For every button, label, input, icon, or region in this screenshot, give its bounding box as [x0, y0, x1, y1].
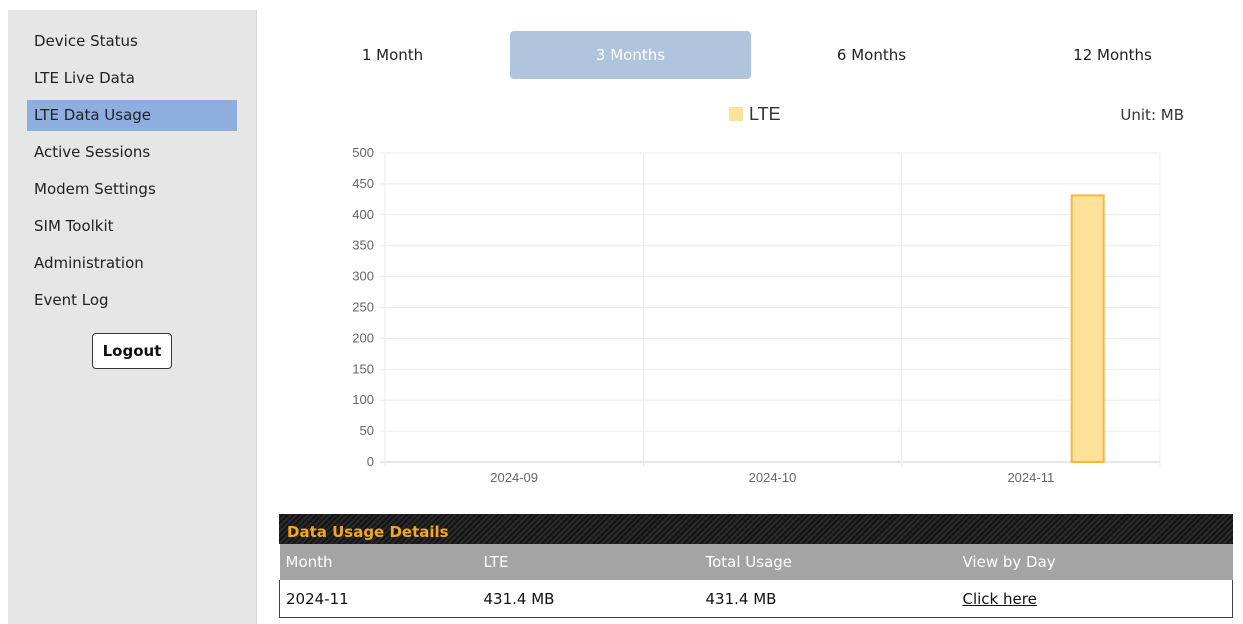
sidebar-item-sim-toolkit[interactable]: SIM Toolkit — [27, 211, 237, 242]
column-header-total-usage: Total Usage — [699, 544, 957, 580]
unit-label: Unit: MB — [1120, 106, 1184, 124]
cell-total-usage: 431.4 MB — [699, 580, 957, 618]
cell-month: 2024-11 — [279, 580, 478, 618]
table-row: 2024-11 431.4 MB 431.4 MB Click here — [279, 580, 1233, 618]
y-tick-label: 50 — [360, 423, 374, 438]
table-header-row: Month LTE Total Usage View by Day — [279, 544, 1233, 580]
legend-label-lte: LTE — [749, 103, 781, 124]
tab-3-months[interactable]: 3 Months — [510, 31, 751, 79]
tab-1-month[interactable]: 1 Month — [272, 31, 513, 79]
sidebar-item-administration[interactable]: Administration — [27, 248, 237, 279]
x-tick-label: 2024-11 — [1007, 470, 1054, 485]
bar-lte-2024-11 — [1070, 194, 1105, 463]
sidebar: Device Status LTE Live Data LTE Data Usa… — [8, 10, 257, 624]
y-tick-label: 150 — [352, 361, 374, 376]
sidebar-item-modem-settings[interactable]: Modem Settings — [27, 174, 237, 205]
cell-view-by-day: Click here — [956, 580, 1233, 618]
legend-swatch-lte — [729, 107, 743, 121]
sidebar-item-active-sessions[interactable]: Active Sessions — [27, 137, 237, 168]
tab-6-months[interactable]: 6 Months — [751, 31, 992, 79]
y-tick-label: 100 — [352, 392, 374, 407]
y-tick-label: 300 — [352, 269, 374, 284]
details-title: Data Usage Details — [279, 514, 1233, 544]
cell-lte: 431.4 MB — [477, 580, 700, 618]
tab-12-months[interactable]: 12 Months — [992, 31, 1233, 79]
y-tick-label: 250 — [352, 300, 374, 315]
sidebar-item-device-status[interactable]: Device Status — [27, 26, 237, 57]
y-tick-label: 350 — [352, 238, 374, 253]
y-tick-label: 200 — [352, 330, 374, 345]
view-by-day-link[interactable]: Click here — [963, 590, 1037, 608]
x-tick-label: 2024-09 — [490, 470, 538, 485]
sidebar-item-lte-data-usage[interactable]: LTE Data Usage — [27, 100, 237, 131]
column-header-view-by-day: View by Day — [956, 544, 1233, 580]
data-usage-details: Data Usage Details Month LTE Total Usage… — [279, 514, 1233, 618]
period-tabs: 1 Month 3 Months 6 Months 12 Months — [272, 31, 1232, 79]
x-tick-label: 2024-10 — [749, 470, 797, 485]
y-tick-label: 450 — [352, 176, 374, 191]
details-table: Month LTE Total Usage View by Day 2024-1… — [279, 544, 1233, 618]
y-tick-label: 0 — [367, 454, 374, 469]
y-tick-label: 500 — [352, 145, 374, 160]
sidebar-nav: Device Status LTE Live Data LTE Data Usa… — [27, 26, 237, 322]
data-usage-chart: 0 50 100 150 200 250 300 350 400 450 500 2024-09 202… — [352, 145, 1161, 485]
logout-button[interactable]: Logout — [92, 333, 172, 369]
sidebar-item-lte-live-data[interactable]: LTE Live Data — [27, 63, 237, 94]
y-tick-label: 400 — [352, 207, 374, 222]
column-header-month: Month — [279, 544, 478, 580]
sidebar-item-event-log[interactable]: Event Log — [27, 285, 237, 316]
column-header-lte: LTE — [477, 544, 700, 580]
chart-legend[interactable]: LTE — [729, 104, 781, 124]
